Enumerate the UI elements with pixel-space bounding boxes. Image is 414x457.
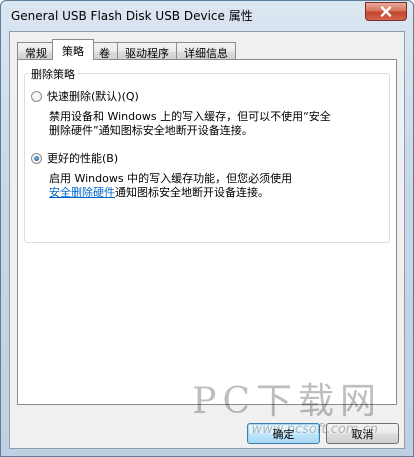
tab-policies[interactable]: 策略 (52, 39, 94, 60)
properties-window: General USB Flash Disk USB Device 属性 常规 … (0, 0, 414, 457)
better-performance-desc-line-2-text: 通知图标安全地断开设备连接。 (115, 186, 269, 199)
tab-general[interactable]: 常规 (17, 42, 55, 60)
quick-removal-radio[interactable] (31, 90, 42, 102)
group-label: 删除策略 (29, 66, 77, 82)
better-performance-option[interactable]: 更好的性能(B) (31, 150, 118, 166)
quick-removal-option[interactable]: 快速删除(默认)(Q) (31, 88, 139, 104)
better-performance-radio[interactable] (31, 152, 42, 164)
removal-policy-group: 删除策略 快速删除(默认)(Q) 禁用设备和 Windows 上的写入缓存，但可… (24, 66, 390, 243)
policies-panel: 删除策略 快速删除(默认)(Q) 禁用设备和 Windows 上的写入缓存，但可… (17, 59, 397, 405)
quick-removal-label[interactable]: 快速删除(默认)(Q) (47, 88, 139, 104)
quick-removal-desc-line-2: 删除硬件”通知图标安全地断开设备连接。 (49, 124, 253, 137)
window-title: General USB Flash Disk USB Device 属性 (11, 9, 253, 23)
quick-removal-desc-line-1: 禁用设备和 Windows 上的写入缓存，但可以不使用“安全 (49, 110, 331, 123)
better-performance-desc-line-1: 启用 Windows 中的写入缓存功能，但您必须使用 (49, 172, 293, 185)
ok-button[interactable]: 确定 (247, 423, 320, 444)
better-performance-label[interactable]: 更好的性能(B) (47, 150, 118, 166)
quick-removal-description: 禁用设备和 Windows 上的写入缓存，但可以不使用“安全 删除硬件”通知图标… (49, 110, 381, 138)
tab-driver[interactable]: 驱动程序 (117, 42, 177, 60)
better-performance-desc-line-2: 安全删除硬件通知图标安全地断开设备连接。 (49, 186, 381, 200)
safely-remove-hardware-link[interactable]: 安全删除硬件 (49, 186, 115, 199)
dialog-client-area: 常规 策略 卷 驱动程序 详细信息 删除策略 快速删除(默认)(Q) 禁用设备和… (9, 31, 405, 449)
cancel-button[interactable]: 取消 (326, 423, 399, 444)
tab-details[interactable]: 详细信息 (176, 42, 236, 60)
better-performance-description: 启用 Windows 中的写入缓存功能，但您必须使用 安全删除硬件通知图标安全地… (49, 172, 381, 200)
close-button[interactable] (365, 2, 407, 21)
tab-volumes[interactable]: 卷 (91, 42, 118, 60)
close-icon (380, 6, 392, 17)
tab-strip: 常规 策略 卷 驱动程序 详细信息 (17, 39, 236, 60)
title-bar[interactable]: General USB Flash Disk USB Device 属性 (1, 1, 413, 29)
